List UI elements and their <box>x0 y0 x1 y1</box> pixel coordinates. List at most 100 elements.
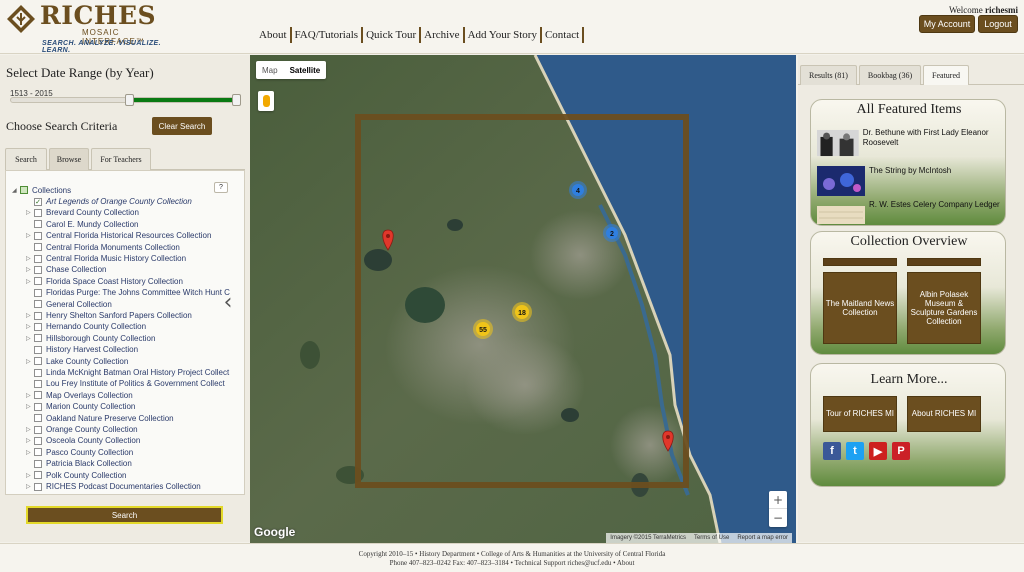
clear-search-button[interactable]: Clear Search <box>152 117 212 135</box>
featured-item-1[interactable]: Dr. Bethune with First Lady Eleanor Roos… <box>817 128 1005 158</box>
collection-checkbox[interactable] <box>34 436 42 445</box>
nav-contact[interactable]: Contact <box>542 27 585 43</box>
expand-triangle-icon[interactable]: ▷ <box>26 403 34 410</box>
collection-item[interactable]: Linda McKnight Batman Oral History Proje… <box>26 367 229 378</box>
collection-checkbox[interactable] <box>34 414 42 423</box>
collection-checkbox[interactable]: ✓ <box>34 197 42 206</box>
collection-checkbox[interactable] <box>34 391 42 400</box>
collection-label[interactable]: Pasco County Collection <box>46 448 133 457</box>
expand-triangle-icon[interactable]: ▷ <box>26 209 34 216</box>
collection-label[interactable]: Polk County Collection <box>46 471 126 480</box>
collection-item[interactable]: ▷ Florida Space Coast History Collection <box>26 276 183 287</box>
riches-logo[interactable]: RICHES MOSAIC INTERFACE™ SEARCH. ANALYZE… <box>4 1 174 54</box>
collection-label[interactable]: Marion County Collection <box>46 402 135 411</box>
street-view-pegman-icon[interactable] <box>258 91 274 111</box>
collection-checkbox[interactable] <box>34 265 42 274</box>
collection-label[interactable]: Map Overlays Collection <box>46 391 133 400</box>
collection-checkbox[interactable] <box>34 322 42 331</box>
collection-item[interactable]: ✓ Art Legends of Orange County Collection <box>26 196 192 207</box>
collection-item[interactable]: Patricia Black Collection <box>26 458 132 469</box>
collection-item[interactable]: ▷ Hillsborough County Collection <box>26 333 155 344</box>
map-type-map-button[interactable]: Map <box>256 61 284 79</box>
collection-item[interactable]: Central Florida Monuments Collection <box>26 242 180 253</box>
collection-label[interactable]: History Harvest Collection <box>46 345 138 354</box>
collection-item[interactable]: ▷ Lake County Collection <box>26 356 128 367</box>
tab-browse[interactable]: Browse <box>49 148 89 170</box>
chevron-left-icon[interactable]: ‹ <box>220 288 236 316</box>
collection-checkbox[interactable] <box>34 448 42 457</box>
nav-faq-tutorials[interactable]: FAQ/Tutorials <box>292 27 364 43</box>
collection-label[interactable]: Hernando County Collection <box>46 322 146 331</box>
featured-thumbnail-2[interactable] <box>817 166 865 196</box>
expand-triangle-icon[interactable]: ▷ <box>26 449 34 456</box>
collection-label[interactable]: Patricia Black Collection <box>46 459 132 468</box>
collection-item[interactable]: ▷ Brevard County Collection <box>26 207 139 218</box>
expand-triangle-icon[interactable]: ▷ <box>26 472 34 479</box>
map-type-satellite-button[interactable]: Satellite <box>284 61 327 79</box>
collection-checkbox[interactable] <box>34 277 42 286</box>
collection-item[interactable]: ▷ Orange County Collection <box>26 424 138 435</box>
collection-label[interactable]: Osceola County Collection <box>46 436 140 445</box>
collection-checkbox[interactable] <box>34 220 42 229</box>
collection-item[interactable]: ▷ RICHES Podcast Documentaries Collection <box>26 481 201 492</box>
featured-item-3[interactable]: R. W. Estes Celery Company Ledger <box>817 200 1000 230</box>
featured-item-2[interactable]: The String by McIntosh <box>817 166 951 196</box>
collection-item[interactable]: ▷ Henry Shelton Sanford Papers Collection <box>26 310 192 321</box>
nav-quick-tour[interactable]: Quick Tour <box>363 27 422 43</box>
collection-card-maitland-news[interactable]: The Maitland News Collection <box>823 272 897 344</box>
nav-add-your-story[interactable]: Add Your Story <box>465 27 542 43</box>
collection-checkbox[interactable] <box>34 425 42 434</box>
tab-results[interactable]: Results (81) <box>800 65 857 85</box>
tab-for-teachers[interactable]: For Teachers <box>91 148 151 170</box>
collection-item[interactable]: History Harvest Collection <box>26 344 138 355</box>
collection-label[interactable]: Brevard County Collection <box>46 208 139 217</box>
collection-item[interactable]: ▷ Pasco County Collection <box>26 447 133 458</box>
collection-item[interactable]: ▷ Central Florida Music History Collectio… <box>26 253 186 264</box>
tab-search[interactable]: Search <box>5 148 47 170</box>
collection-label[interactable]: Orange County Collection <box>46 425 138 434</box>
collection-checkbox[interactable] <box>34 379 42 388</box>
slider-end-handle[interactable] <box>232 94 241 106</box>
collections-root-checkbox[interactable] <box>20 186 28 194</box>
slider-start-handle[interactable] <box>124 94 134 106</box>
collection-label[interactable]: Art Legends of Orange County Collection <box>46 197 192 206</box>
featured-thumbnail-1[interactable] <box>817 128 859 158</box>
collection-label[interactable]: Florida Space Coast History Collection <box>46 277 183 286</box>
tab-bookbag[interactable]: Bookbag (36) <box>859 65 921 85</box>
expand-triangle-icon[interactable]: ▷ <box>26 278 34 285</box>
collection-item[interactable]: ▷ Osceola County Collection <box>26 435 140 446</box>
search-button[interactable]: Search <box>26 506 223 524</box>
collection-checkbox[interactable] <box>34 482 42 491</box>
satellite-map[interactable] <box>250 55 796 543</box>
collection-label[interactable]: Central Florida Historical Resources Col… <box>46 231 211 240</box>
expand-triangle-icon[interactable]: ▷ <box>26 426 34 433</box>
expand-triangle-icon[interactable]: ▷ <box>26 232 34 239</box>
my-account-button[interactable]: My Account <box>919 15 975 33</box>
collection-label[interactable]: Carol E. Mundy Collection <box>46 220 138 229</box>
about-riches-mi-button[interactable]: About RICHES MI <box>907 396 981 432</box>
collection-label[interactable]: Central Florida Monuments Collection <box>46 243 180 252</box>
expand-triangle-icon[interactable]: ▷ <box>26 266 34 273</box>
map-view[interactable]: 4 2 18 55 Map Satellite + − Google Image… <box>250 55 796 543</box>
collection-checkbox[interactable] <box>34 471 42 480</box>
featured-item-3-title[interactable]: R. W. Estes Celery Company Ledger <box>869 200 1000 210</box>
pinterest-icon[interactable]: P <box>892 442 910 460</box>
collection-label[interactable]: Lake County Collection <box>46 357 128 366</box>
collection-item[interactable]: ▷ Marion County Collection <box>26 401 135 412</box>
collection-card-albin-polasek[interactable]: Albin Polasek Museum & Sculpture Gardens… <box>907 272 981 344</box>
collection-label[interactable]: Oakland Nature Preserve Collection <box>46 414 174 423</box>
help-button[interactable]: ? <box>214 182 228 193</box>
collection-checkbox[interactable] <box>34 208 42 217</box>
collection-checkbox[interactable] <box>34 243 42 252</box>
tree-root[interactable]: ◢ Collections <box>12 184 71 196</box>
expand-triangle-icon[interactable]: ▷ <box>26 437 34 444</box>
expand-triangle-icon[interactable]: ▷ <box>26 358 34 365</box>
nav-about[interactable]: About <box>256 27 292 43</box>
collection-checkbox[interactable] <box>34 334 42 343</box>
collection-item[interactable]: ▷ Central Florida Historical Resources Co… <box>26 230 211 241</box>
collection-checkbox[interactable] <box>34 459 42 468</box>
date-range-slider[interactable] <box>10 94 241 106</box>
collection-item[interactable]: Carol E. Mundy Collection <box>26 219 138 230</box>
tour-riches-mi-button[interactable]: Tour of RICHES MI <box>823 396 897 432</box>
collection-label[interactable]: Floridas Purge: The Johns Committee Witc… <box>46 288 230 297</box>
